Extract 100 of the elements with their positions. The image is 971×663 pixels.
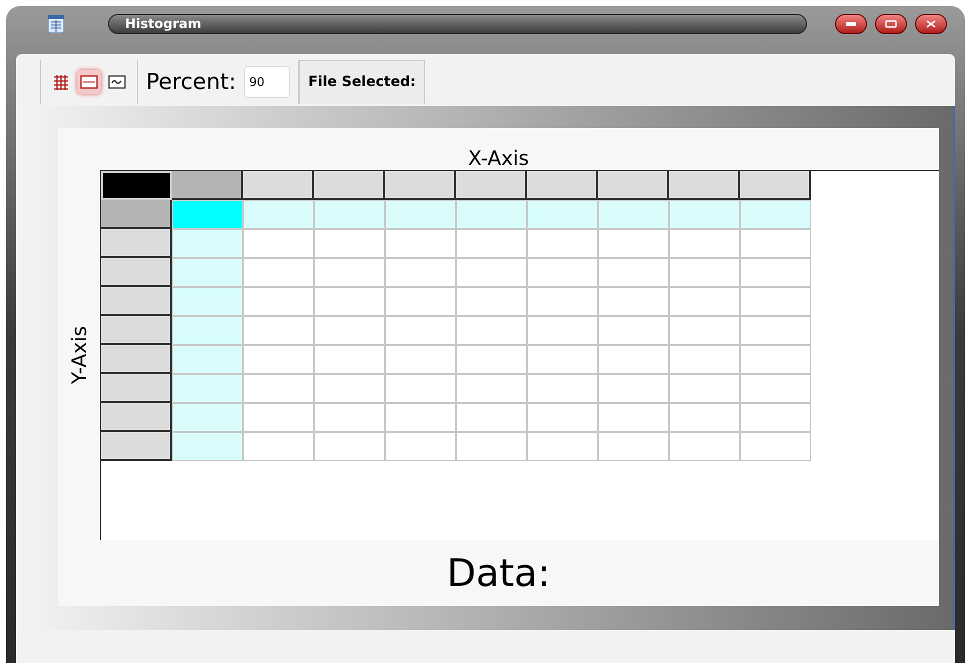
column-header[interactable] xyxy=(527,171,598,200)
table-cell[interactable] xyxy=(740,374,811,403)
table-cell[interactable] xyxy=(740,345,811,374)
table-cell[interactable] xyxy=(669,229,740,258)
table-cell[interactable] xyxy=(385,200,456,229)
table-cell[interactable] xyxy=(456,374,527,403)
row-header[interactable] xyxy=(101,374,172,403)
table-cell[interactable] xyxy=(172,432,243,461)
table-cell[interactable] xyxy=(669,432,740,461)
table-cell[interactable] xyxy=(172,403,243,432)
table-cell[interactable] xyxy=(385,287,456,316)
table-cell[interactable] xyxy=(456,200,527,229)
table-cell[interactable] xyxy=(456,287,527,316)
table-cell[interactable] xyxy=(314,258,385,287)
table-cell[interactable] xyxy=(527,229,598,258)
table-cell[interactable] xyxy=(385,345,456,374)
column-header[interactable] xyxy=(456,171,527,200)
row-header[interactable] xyxy=(101,258,172,287)
table-cell[interactable] xyxy=(314,287,385,316)
table-cell[interactable] xyxy=(598,345,669,374)
row-header[interactable] xyxy=(101,432,172,461)
table-cell[interactable] xyxy=(740,403,811,432)
minimize-button[interactable] xyxy=(835,14,867,34)
table-cell[interactable] xyxy=(243,229,314,258)
table-cell[interactable] xyxy=(669,316,740,345)
table-cell[interactable] xyxy=(243,316,314,345)
table-cell[interactable] xyxy=(740,432,811,461)
table-cell[interactable] xyxy=(527,287,598,316)
table-cell[interactable] xyxy=(598,374,669,403)
view-button[interactable] xyxy=(77,70,101,94)
close-button[interactable] xyxy=(915,14,947,34)
table-cell[interactable] xyxy=(669,200,740,229)
table-cell[interactable] xyxy=(314,432,385,461)
column-header[interactable] xyxy=(172,171,243,200)
row-header[interactable] xyxy=(101,403,172,432)
table-cell[interactable] xyxy=(598,229,669,258)
table-cell[interactable] xyxy=(527,345,598,374)
table-cell[interactable] xyxy=(243,287,314,316)
row-header[interactable] xyxy=(101,229,172,258)
table-cell[interactable] xyxy=(385,258,456,287)
table-cell[interactable] xyxy=(740,287,811,316)
table-cell[interactable] xyxy=(172,200,243,229)
table-cell[interactable] xyxy=(740,200,811,229)
table-cell[interactable] xyxy=(669,258,740,287)
table-cell[interactable] xyxy=(385,403,456,432)
table-cell[interactable] xyxy=(172,287,243,316)
row-header[interactable] xyxy=(101,316,172,345)
table-cell[interactable] xyxy=(243,403,314,432)
maximize-button[interactable] xyxy=(875,14,907,34)
table-cell[interactable] xyxy=(740,316,811,345)
table-cell[interactable] xyxy=(243,200,314,229)
table-cell[interactable] xyxy=(598,432,669,461)
table-cell[interactable] xyxy=(385,432,456,461)
table-cell[interactable] xyxy=(456,432,527,461)
table-cell[interactable] xyxy=(598,287,669,316)
table-cell[interactable] xyxy=(385,374,456,403)
table-cell[interactable] xyxy=(527,258,598,287)
table-cell[interactable] xyxy=(456,316,527,345)
column-header[interactable] xyxy=(243,171,314,200)
table-cell[interactable] xyxy=(669,403,740,432)
table-cell[interactable] xyxy=(669,345,740,374)
table-cell[interactable] xyxy=(527,200,598,229)
table-cell[interactable] xyxy=(456,403,527,432)
table-cell[interactable] xyxy=(527,316,598,345)
table-cell[interactable] xyxy=(243,258,314,287)
column-header[interactable] xyxy=(598,171,669,200)
table-cell[interactable] xyxy=(314,316,385,345)
table-cell[interactable] xyxy=(669,287,740,316)
table-cell[interactable] xyxy=(314,229,385,258)
table-cell[interactable] xyxy=(314,200,385,229)
row-header[interactable] xyxy=(101,345,172,374)
column-header[interactable] xyxy=(314,171,385,200)
row-header[interactable] xyxy=(101,287,172,316)
table-cell[interactable] xyxy=(172,258,243,287)
table-cell[interactable] xyxy=(527,374,598,403)
column-header[interactable] xyxy=(740,171,811,200)
table-cell[interactable] xyxy=(243,345,314,374)
table-cell[interactable] xyxy=(456,345,527,374)
table-cell[interactable] xyxy=(456,229,527,258)
table-cell[interactable] xyxy=(314,345,385,374)
table-cell[interactable] xyxy=(243,374,314,403)
column-header[interactable] xyxy=(669,171,740,200)
table-cell[interactable] xyxy=(527,432,598,461)
column-header[interactable] xyxy=(385,171,456,200)
table-cell[interactable] xyxy=(172,316,243,345)
table-cell[interactable] xyxy=(598,403,669,432)
table-cell[interactable] xyxy=(314,403,385,432)
table-cell[interactable] xyxy=(314,374,385,403)
table-cell[interactable] xyxy=(385,316,456,345)
row-header[interactable] xyxy=(101,200,172,229)
table-cell[interactable] xyxy=(172,345,243,374)
table-cell[interactable] xyxy=(172,374,243,403)
table-cell[interactable] xyxy=(669,374,740,403)
table-cell[interactable] xyxy=(456,258,527,287)
table-cell[interactable] xyxy=(598,200,669,229)
table-cell[interactable] xyxy=(172,229,243,258)
table-cell[interactable] xyxy=(740,258,811,287)
table-cell[interactable] xyxy=(527,403,598,432)
table-cell[interactable] xyxy=(740,229,811,258)
table-cell[interactable] xyxy=(598,316,669,345)
